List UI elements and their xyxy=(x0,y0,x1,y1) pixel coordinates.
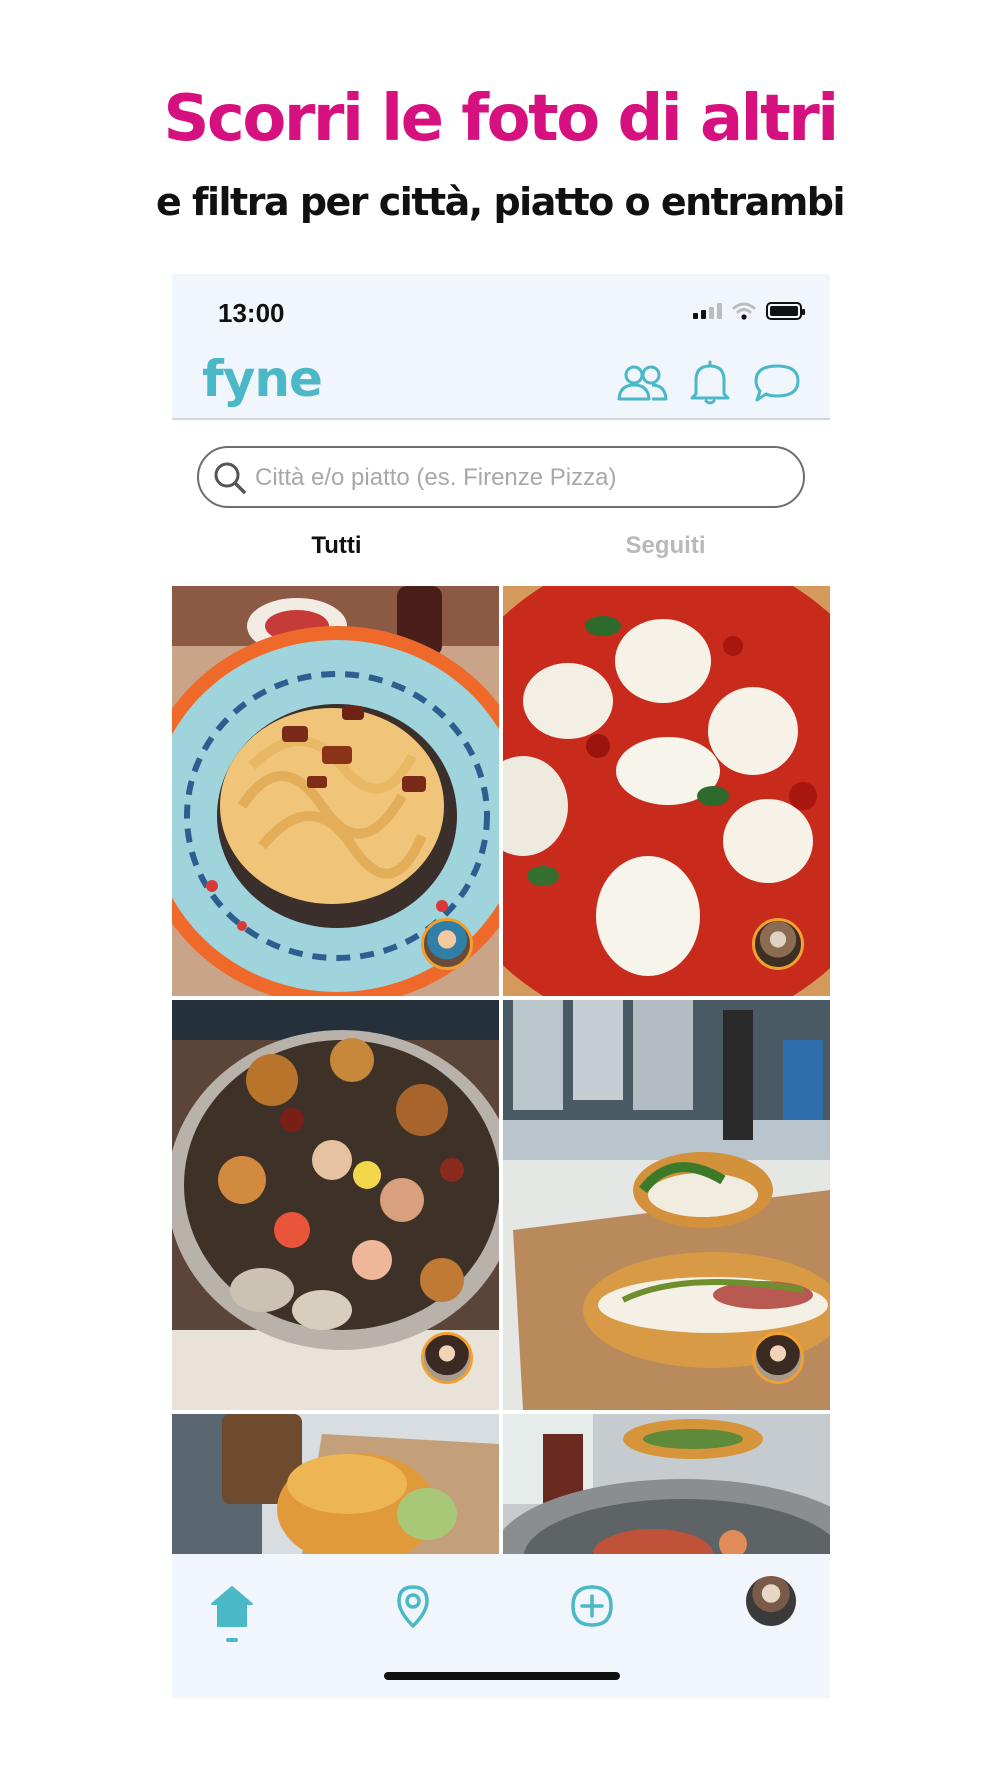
grid-divider xyxy=(172,1410,830,1414)
signal-icon xyxy=(693,303,722,319)
feed-photo-dish[interactable] xyxy=(503,1414,830,1554)
add-post-icon[interactable] xyxy=(570,1584,614,1628)
feed-photo-burger[interactable] xyxy=(172,1414,499,1554)
bell-icon[interactable] xyxy=(688,360,732,406)
author-avatar[interactable] xyxy=(421,1332,473,1384)
search-icon xyxy=(214,462,246,494)
status-icons xyxy=(693,302,805,320)
header-actions xyxy=(616,360,802,406)
feed-photo-seafood[interactable] xyxy=(172,1000,499,1410)
tab-tutti[interactable]: Tutti xyxy=(172,532,501,560)
tab-seguiti[interactable]: Seguiti xyxy=(501,532,830,560)
search-input[interactable] xyxy=(255,456,785,500)
battery-icon xyxy=(766,302,805,320)
subheadline: e filtra per città, piatto o entrambi xyxy=(155,180,846,224)
wifi-icon xyxy=(732,302,756,320)
feed-photo-sandwich[interactable] xyxy=(503,1000,830,1410)
status-time: 13:00 xyxy=(218,298,285,328)
chat-icon[interactable] xyxy=(752,362,802,404)
map-pin-icon[interactable] xyxy=(396,1584,430,1630)
home-indicator xyxy=(384,1672,620,1680)
people-icon[interactable] xyxy=(616,363,668,403)
bottom-nav xyxy=(172,1554,830,1698)
profile-avatar[interactable] xyxy=(746,1576,796,1626)
author-avatar[interactable] xyxy=(752,1332,804,1384)
app-logo[interactable]: fyne xyxy=(202,354,323,404)
home-icon[interactable] xyxy=(210,1584,254,1630)
photo-grid xyxy=(172,586,830,1554)
phone-screen: 13:00 fyne Città e/o piatto (es. Firenze… xyxy=(172,274,830,1698)
grid-divider xyxy=(499,586,503,1554)
feed-photo-pizza[interactable] xyxy=(503,586,830,996)
burger-photo xyxy=(172,1414,499,1554)
author-avatar[interactable] xyxy=(421,918,473,970)
headline: Scorri le foto di altri xyxy=(163,82,839,156)
active-tab-indicator xyxy=(226,1638,238,1642)
top-bar: 13:00 fyne xyxy=(172,274,830,420)
feed-photo-pasta[interactable] xyxy=(172,586,499,996)
search-bar[interactable] xyxy=(197,446,805,508)
author-avatar[interactable] xyxy=(752,918,804,970)
dish-plate-photo xyxy=(503,1414,830,1554)
grid-divider xyxy=(172,996,830,1000)
